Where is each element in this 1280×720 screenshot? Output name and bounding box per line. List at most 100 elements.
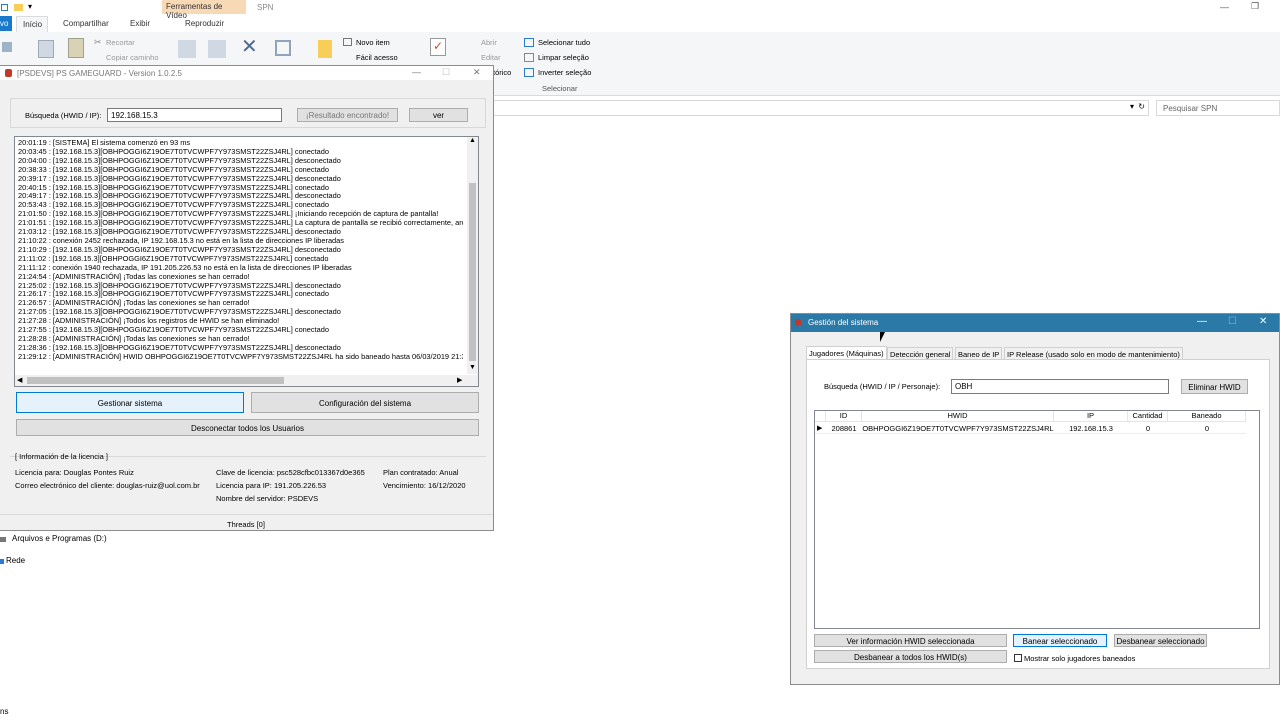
rename-icon[interactable]: [275, 40, 291, 56]
column-header-hwid[interactable]: HWID: [862, 411, 1054, 422]
delete-icon[interactable]: ✕: [241, 34, 258, 59]
unban-all-button[interactable]: Desbanear a todos los HWID(s): [814, 650, 1007, 663]
novo-item-label[interactable]: Novo item: [356, 38, 390, 47]
result-button[interactable]: ¡Resultado encontrado!: [297, 108, 398, 122]
license-header: [ Información de la licencia ]: [15, 452, 108, 461]
threads-label: Threads [0]: [227, 520, 265, 529]
gameguard-window: [PSDEVS] PS GAMEGUARD - Version 1.0.2.5 …: [0, 65, 494, 531]
manage-system-button[interactable]: Gestionar sistema: [16, 392, 244, 413]
license-to: Licencia para: Douglas Pontes Ruiz: [15, 468, 134, 477]
scroll-left-icon[interactable]: ◀: [17, 376, 22, 384]
video-tools-label: Ferramentas de Vídeo: [162, 0, 246, 20]
copiar-caminho-label[interactable]: Copiar caminho: [106, 53, 159, 62]
gestion-search-label: Búsqueda (HWID / IP / Personaje):: [824, 382, 941, 391]
server-name: Nombre del servidor: PSDEVS: [216, 494, 319, 503]
facil-acesso-label[interactable]: Fácil acesso: [356, 53, 398, 62]
refresh-icon[interactable]: ↻: [1138, 102, 1145, 111]
minimize-icon[interactable]: —: [1220, 2, 1229, 12]
column-header-ip[interactable]: IP: [1054, 411, 1128, 422]
address-bar[interactable]: ▾ ↻: [493, 100, 1149, 116]
expiry: Vencimiento: 16/12/2020: [383, 481, 466, 490]
hscrollbar-thumb[interactable]: [27, 377, 284, 384]
abrir-label[interactable]: Abrir: [481, 38, 497, 47]
copy-icon[interactable]: [38, 40, 54, 58]
app-icon: [5, 69, 12, 77]
invert-selection-icon[interactable]: [524, 68, 534, 77]
minimize-icon[interactable]: —: [412, 67, 421, 77]
nav-network-label: Rede: [6, 556, 26, 565]
new-folder-icon[interactable]: [318, 40, 332, 58]
ver-button[interactable]: ver: [409, 108, 468, 122]
scrollbar-thumb[interactable]: [469, 183, 476, 361]
new-item-icon[interactable]: [343, 38, 352, 46]
checkbox-icon[interactable]: [1, 4, 8, 11]
disconnect-all-button[interactable]: Desconectar todos los Usuarios: [16, 419, 479, 436]
gestion-titlebar: Gestión del sistema — ☐ ✕: [791, 314, 1279, 332]
maximize-icon[interactable]: ☐: [1228, 316, 1237, 327]
log-lines: 20:01:19 : [SISTEMA] El sistema comenzó …: [18, 139, 463, 362]
move-to-icon[interactable]: [178, 40, 196, 58]
limpar-selecao-label[interactable]: Limpar seleção: [538, 53, 589, 62]
tab-home[interactable]: Início: [16, 16, 48, 32]
gestion-title: Gestión del sistema: [808, 318, 879, 327]
selecionar-tudo-label[interactable]: Selecionar tudo: [538, 38, 590, 47]
scroll-right-icon[interactable]: ▶: [457, 376, 462, 384]
tab-play[interactable]: Reproduzir: [185, 19, 224, 28]
selecionar-group-label: Selecionar: [542, 84, 578, 93]
scroll-down-icon[interactable]: ▼: [469, 364, 476, 371]
log-line: 21:29:12 : [ADMINISTRACIÓN] HWID OBHPOGG…: [18, 351, 463, 361]
table-row[interactable]: ▶ 208861 OBHPOGGI6Z19OE7T0TVCWPF7Y973SMS…: [815, 423, 1246, 434]
vertical-scrollbar[interactable]: ▲ ▼: [467, 137, 478, 374]
minimize-icon[interactable]: —: [1197, 316, 1207, 327]
row-pointer-icon: ▶: [817, 425, 823, 432]
historico-label[interactable]: tórico: [493, 68, 511, 77]
cell-baneado: 0: [1204, 424, 1210, 433]
ban-selected-button[interactable]: Banear seleccionado: [1013, 634, 1107, 647]
explorer-search-input[interactable]: Pesquisar SPN: [1156, 100, 1280, 116]
cut-icon[interactable]: ✂: [94, 37, 102, 48]
view-hwid-info-button[interactable]: Ver información HWID seleccionada: [814, 634, 1007, 647]
tab-file[interactable]: vo: [0, 16, 12, 31]
clear-selection-icon[interactable]: [524, 53, 534, 62]
inverter-selecao-label[interactable]: Inverter seleção: [538, 68, 591, 77]
tab-share[interactable]: Compartilhar: [63, 19, 109, 28]
chevron-down-icon[interactable]: ▾: [1130, 102, 1134, 111]
maximize-icon[interactable]: ☐: [442, 67, 450, 78]
unban-selected-button[interactable]: Desbanear seleccionado: [1114, 634, 1207, 647]
folder-icon[interactable]: [14, 4, 23, 11]
search-input[interactable]: 192.168.15.3: [107, 108, 282, 122]
nav-drive-label: Arquivos e Programas (D:): [12, 534, 107, 543]
gameguard-titlebar: [PSDEVS] PS GAMEGUARD - Version 1.0.2.5 …: [0, 66, 493, 80]
horizontal-scrollbar[interactable]: ◀ ▶: [15, 375, 478, 386]
dropdown-icon[interactable]: ▾: [28, 2, 32, 11]
client-email: Correo electrónico del cliente: douglas-…: [15, 481, 200, 490]
players-grid[interactable]: ID HWID IP Cantidad Baneado ▶ 208861 OBH…: [814, 410, 1260, 629]
editar-label[interactable]: Editar: [481, 53, 501, 62]
close-icon[interactable]: ✕: [1259, 316, 1267, 327]
column-header-cantidad[interactable]: Cantidad: [1128, 411, 1168, 422]
gestion-search-input[interactable]: OBH: [951, 379, 1169, 394]
delete-hwid-button[interactable]: Eliminar HWID: [1181, 379, 1248, 394]
banned-only-checkbox[interactable]: [1014, 654, 1022, 662]
system-config-button[interactable]: Configuración del sistema: [251, 392, 479, 413]
copy-to-icon[interactable]: [208, 40, 226, 58]
mouse-cursor-icon: [880, 332, 885, 342]
properties-icon[interactable]: ✓: [430, 38, 446, 56]
network-icon: [0, 559, 4, 564]
pin-icon[interactable]: [2, 42, 12, 52]
column-header-baneado[interactable]: Baneado: [1168, 411, 1246, 422]
gestion-window: Gestión del sistema — ☐ ✕ Jugadores (Máq…: [790, 313, 1280, 685]
select-all-icon[interactable]: [524, 38, 534, 47]
window-title: SPN: [257, 3, 274, 12]
tab-view[interactable]: Exibir: [130, 19, 150, 28]
plan: Plan contratado: Anual: [383, 468, 459, 477]
log-list[interactable]: 20:01:19 : [SISTEMA] El sistema comenzó …: [14, 136, 479, 387]
column-header-id[interactable]: ID: [826, 411, 862, 422]
quick-access-toolbar: ▾: [0, 2, 40, 14]
paste-icon[interactable]: [68, 38, 84, 58]
cell-ip: 192.168.15.3: [1069, 424, 1113, 433]
scroll-up-icon[interactable]: ▲: [469, 137, 476, 144]
recortar-label[interactable]: Recortar: [106, 38, 135, 47]
close-icon[interactable]: ✕: [473, 67, 481, 78]
restore-icon[interactable]: ❐: [1251, 1, 1259, 12]
